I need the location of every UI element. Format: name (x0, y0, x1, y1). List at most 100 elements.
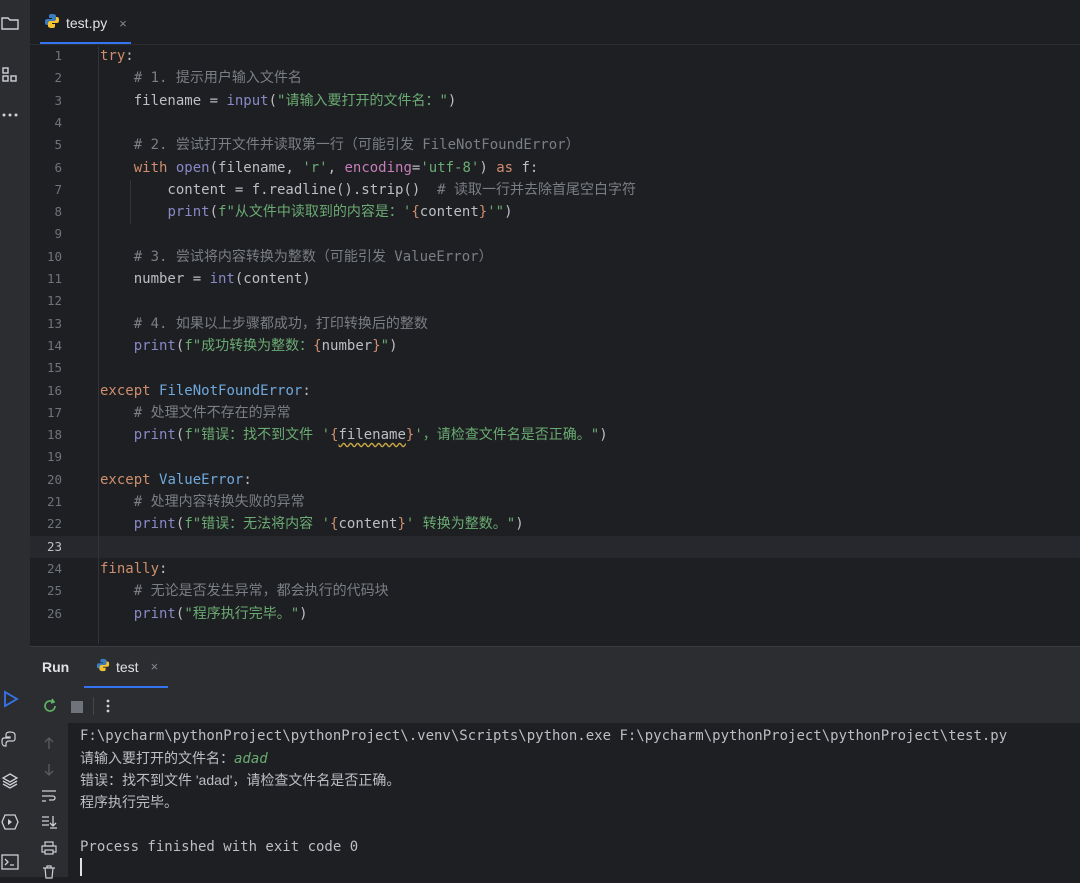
rerun-icon[interactable] (42, 698, 58, 718)
code-line[interactable]: 22 print(f"错误：无法将内容 '{content}' 转换为整数。") (30, 513, 1080, 535)
code-line[interactable]: 4 (30, 112, 1080, 134)
code-text: except FileNotFoundError: (100, 380, 311, 402)
console-error-line: 错误：找不到文件 'adad'，请检查文件名是否正确。 (80, 772, 401, 788)
tab-test-py[interactable]: test.py × (40, 6, 131, 44)
more-options-icon[interactable] (106, 698, 110, 718)
code-token: f: (513, 159, 539, 176)
code-token: print (133, 605, 176, 622)
code-line[interactable]: 10 # 3. 尝试将内容转换为整数（可能引发 ValueError） (30, 246, 1080, 268)
code-line[interactable]: 21 # 处理内容转换失败的异常 (30, 491, 1080, 513)
active-tab-indicator (40, 42, 131, 44)
indent-guide (98, 46, 99, 644)
line-number: 1 (54, 48, 62, 63)
code-line[interactable]: 6 with open(filename, 'r', encoding='utf… (30, 157, 1080, 179)
code-line[interactable]: 19 (30, 446, 1080, 468)
line-number: 8 (54, 204, 62, 220)
console-finished-line: 程序执行完毕。 (80, 794, 178, 810)
line-number: 22 (46, 516, 62, 532)
code-token: } (372, 337, 381, 354)
code-line[interactable]: 12 (30, 290, 1080, 312)
python-console-icon[interactable] (0, 730, 20, 750)
code-line[interactable]: 11 number = int(content) (30, 268, 1080, 290)
code-token: : (159, 560, 168, 577)
project-folder-icon[interactable] (0, 13, 20, 33)
code-token: '" (487, 204, 505, 221)
code-text: # 4. 如果以上步骤都成功，打印转换后的整数 (100, 313, 428, 335)
code-token: print (167, 204, 210, 221)
code-token: f"错误：无法将内容 ' (184, 516, 331, 533)
console-user-input: adad (234, 751, 268, 767)
stop-icon[interactable] (70, 699, 84, 718)
code-token: '，请检查文件名是否正确。" (414, 427, 600, 444)
code-text: # 1. 提示用户输入文件名 (100, 67, 302, 89)
code-line[interactable]: 17 # 处理文件不存在的异常 (30, 402, 1080, 424)
code-line[interactable]: 26 print("程序执行完毕。") (30, 603, 1080, 625)
code-token: except (100, 382, 151, 399)
run-tab-label: test (116, 658, 139, 675)
code-text: # 处理文件不存在的异常 (100, 402, 291, 424)
code-line[interactable]: 9 (30, 223, 1080, 245)
code-line[interactable]: 5 # 2. 尝试打开文件并读取第一行（可能引发 FileNotFoundErr… (30, 134, 1080, 156)
line-number: 9 (54, 226, 62, 242)
code-text: filename = input("请输入要打开的文件名：") (100, 90, 457, 112)
clear-trash-icon[interactable] (42, 864, 56, 883)
code-token: number (321, 337, 373, 354)
structure-icon[interactable] (0, 65, 20, 85)
run-tab-close-button[interactable]: × (151, 659, 159, 674)
code-token: : (125, 48, 134, 64)
code-editor[interactable]: 1 try: 2 # 1. 提示用户输入文件名 3 filename = input(… (30, 45, 1080, 645)
code-line[interactable]: 23 (30, 535, 1080, 558)
console-prompt-line: 请输入要打开的文件名：adad (80, 747, 268, 769)
code-line[interactable]: 18 print(f"错误：找不到文件 '{filename}'，请检查文件名是… (30, 424, 1080, 446)
code-token: except (100, 471, 151, 488)
code-line[interactable]: 1 try: (30, 45, 1080, 67)
code-line[interactable]: 25 # 无论是否发生异常，都会执行的代码块 (30, 580, 1080, 602)
code-text: print(f"错误：找不到文件 '{filename}'，请检查文件名是否正确… (100, 424, 608, 446)
code-line[interactable]: 3 filename = input("请输入要打开的文件名：") (30, 90, 1080, 112)
code-token: print (133, 337, 176, 354)
code-line[interactable]: 7 content = f.readline().strip() # 读取一行并… (30, 179, 1080, 201)
code-token: ) (515, 516, 524, 533)
code-token: as (496, 159, 514, 176)
code-line[interactable]: 16 except FileNotFoundError: (30, 380, 1080, 402)
tab-close-button[interactable]: × (119, 16, 127, 31)
toolbar-divider (93, 697, 94, 715)
line-number: 10 (46, 248, 62, 264)
code-token: f"从文件中读取到的内容是：' (218, 204, 412, 221)
soft-wrap-icon[interactable] (41, 788, 57, 807)
code-line[interactable]: 8 print(f"从文件中读取到的内容是：'{content}'") (30, 201, 1080, 223)
editor-tab-bar: test.py × (30, 0, 1080, 45)
scroll-to-end-icon[interactable] (41, 814, 57, 833)
run-console-output[interactable]: F:\pycharm\pythonProject\pythonProject\.… (68, 723, 1080, 877)
code-line[interactable]: 14 print(f"成功转换为整数：{number}") (30, 335, 1080, 357)
code-token: # 处理内容转换失败的异常 (100, 494, 305, 510)
layers-icon[interactable] (0, 771, 20, 791)
code-token: ) (299, 605, 308, 622)
code-token: # 2. 尝试打开文件并读取第一行（可能引发 FileNotFoundError… (100, 137, 580, 154)
python-run-icon (96, 657, 110, 676)
more-tools-icon[interactable] (0, 105, 20, 125)
code-token: # 无论是否发生异常，都会执行的代码块 (100, 583, 389, 600)
code-line[interactable]: 15 (30, 357, 1080, 379)
code-token: open (175, 159, 210, 176)
code-token: ) (389, 337, 398, 354)
print-icon[interactable] (41, 840, 57, 859)
scroll-down-icon[interactable] (42, 762, 56, 781)
code-token: # 3. 尝试将内容转换为整数（可能引发 ValueError） (100, 248, 493, 265)
code-line[interactable]: 20 except ValueError: (30, 469, 1080, 491)
run-tab-test[interactable]: test × (96, 657, 158, 676)
terminal-icon[interactable] (0, 852, 20, 872)
code-line[interactable]: 24 finally: (30, 558, 1080, 580)
scroll-up-icon[interactable] (42, 735, 56, 754)
services-icon[interactable] (0, 812, 20, 832)
code-token: ' 转换为整数。" (405, 516, 516, 533)
code-token: print (133, 516, 176, 533)
code-text: # 2. 尝试打开文件并读取第一行（可能引发 FileNotFoundError… (100, 134, 580, 156)
code-token: print (133, 427, 176, 444)
run-tool-icon[interactable] (0, 689, 20, 709)
code-line[interactable]: 13 # 4. 如果以上步骤都成功，打印转换后的整数 (30, 313, 1080, 335)
code-line[interactable]: 2 # 1. 提示用户输入文件名 (30, 67, 1080, 89)
code-token: # 4. 如果以上步骤都成功，打印转换后的整数 (100, 315, 428, 332)
